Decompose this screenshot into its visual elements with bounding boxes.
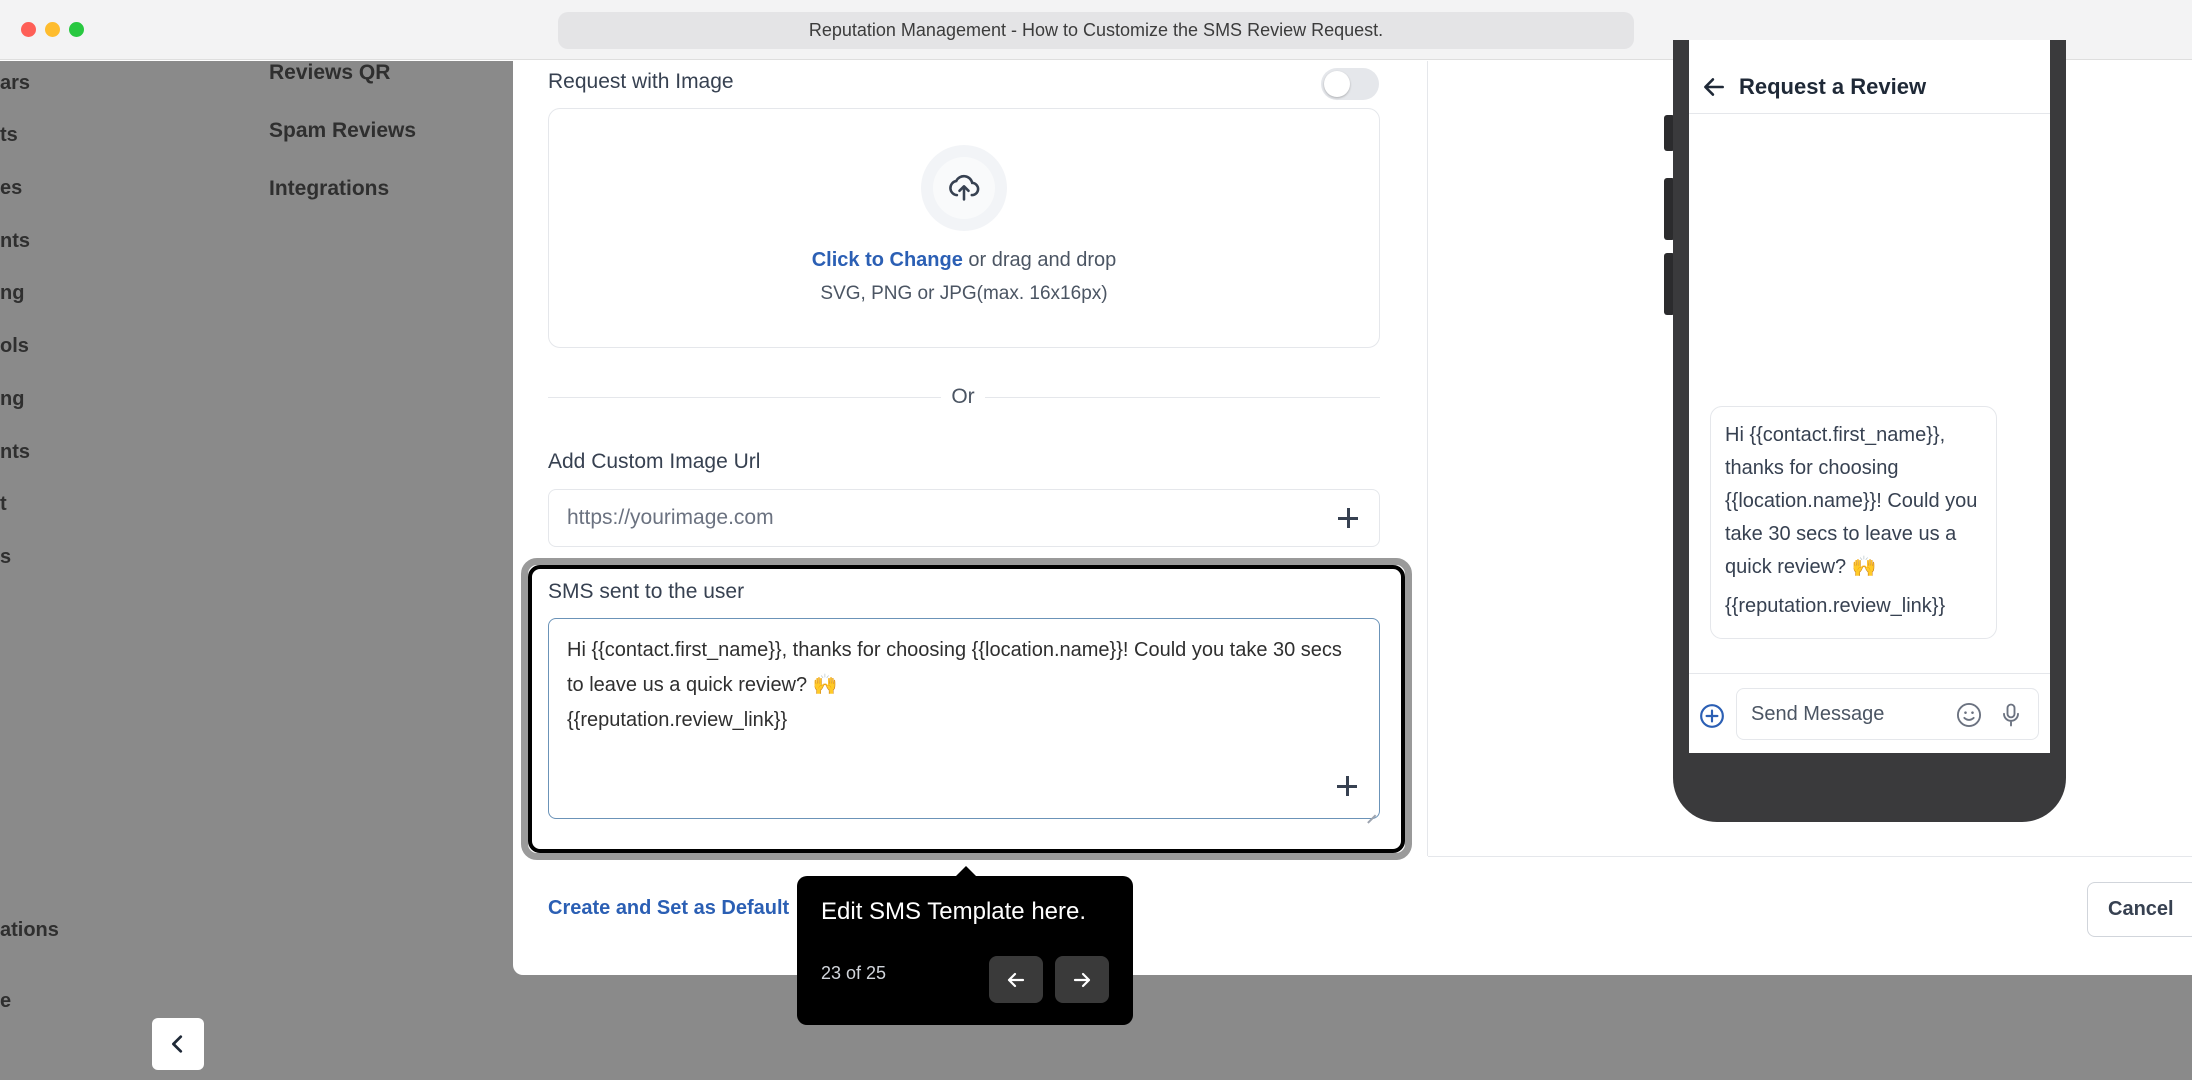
subnav-item-integrations[interactable]: Integrations xyxy=(269,177,389,201)
sidebar-item[interactable]: ng xyxy=(0,282,24,305)
sidebar-item[interactable]: es xyxy=(0,177,22,200)
minimize-window-button[interactable] xyxy=(45,22,60,37)
tooltip-title: Edit SMS Template here. xyxy=(821,898,1087,925)
emoji-icon xyxy=(1956,702,1982,728)
cloud-upload-icon xyxy=(949,174,980,201)
sidebar-item[interactable]: ars xyxy=(0,72,30,95)
click-to-change-link[interactable]: Click to Change xyxy=(812,249,963,271)
sms-sent-label: SMS sent to the user xyxy=(548,580,745,603)
subnav-item-reviews-qr[interactable]: Reviews QR xyxy=(269,61,390,85)
arrow-left-icon xyxy=(1007,972,1025,987)
sms-template-textarea[interactable]: Hi {{contact.first_name}}, thanks for ch… xyxy=(548,618,1380,819)
sidebar-item[interactable]: ts xyxy=(0,124,18,147)
sms-preview-message: Hi {{contact.first_name}}, thanks for ch… xyxy=(1725,424,1978,578)
arrow-left-icon xyxy=(1704,78,1724,96)
upload-drag-text: or drag and drop xyxy=(962,249,1117,271)
preview-divider xyxy=(1427,61,1428,856)
sidebar-item[interactable]: ations xyxy=(0,919,59,942)
send-message-input: Send Message xyxy=(1736,688,2039,740)
or-divider-left xyxy=(548,397,941,398)
request-with-image-label: Request with Image xyxy=(548,70,734,93)
address-bar[interactable]: Reputation Management - How to Customize… xyxy=(558,12,1634,49)
or-divider-right xyxy=(985,397,1380,398)
sidebar-item[interactable]: s xyxy=(0,546,11,569)
or-divider-text: Or xyxy=(951,385,975,408)
subnav-item-spam-reviews[interactable]: Spam Reviews xyxy=(269,119,416,143)
sms-preview-bubble: Hi {{contact.first_name}}, thanks for ch… xyxy=(1710,406,1997,639)
sidebar-item[interactable]: t xyxy=(0,493,7,516)
footer-divider xyxy=(1428,856,2192,857)
custom-image-url-field[interactable] xyxy=(548,489,1380,547)
tooltip-step-counter: 23 of 25 xyxy=(821,963,887,983)
phone-preview-screen: Request a Review Hi {{contact.first_name… xyxy=(1689,40,2050,753)
arrow-right-icon xyxy=(1073,972,1091,987)
send-message-placeholder: Send Message xyxy=(1751,703,1885,725)
request-with-image-toggle[interactable] xyxy=(1321,68,1379,100)
phone-title: Request a Review xyxy=(1739,74,1927,99)
collapse-sidebar-button[interactable] xyxy=(152,1018,204,1070)
image-upload-dropzone[interactable]: Click to Change or drag and drop SVG, PN… xyxy=(548,108,1380,348)
close-window-button[interactable] xyxy=(21,22,36,37)
insert-custom-value-plus-icon[interactable] xyxy=(1335,774,1359,798)
custom-image-url-label: Add Custom Image Url xyxy=(548,450,761,473)
upload-hint: SVG, PNG or JPG(max. 16x16px) xyxy=(820,283,1108,304)
sms-preview-link: {{reputation.review_link}} xyxy=(1725,595,1946,617)
upload-icon-inner xyxy=(933,157,995,219)
add-circle-icon xyxy=(1700,704,1724,728)
create-and-set-default-button[interactable]: Create and Set as Default xyxy=(548,897,789,920)
toggle-knob xyxy=(1324,71,1350,97)
upload-icon-container xyxy=(921,145,1007,231)
composer-divider xyxy=(1689,673,2050,674)
phone-header: Request a Review xyxy=(1689,40,2050,114)
maximize-window-button[interactable] xyxy=(69,22,84,37)
textarea-resize-handle[interactable] xyxy=(1365,804,1377,816)
tour-tooltip: Edit SMS Template here. 23 of 25 xyxy=(797,876,1133,1025)
chevron-left-icon xyxy=(172,1035,183,1053)
microphone-icon xyxy=(2003,703,2019,727)
sidebar-item[interactable]: e xyxy=(0,990,11,1013)
tour-previous-button[interactable] xyxy=(989,956,1043,1003)
sidebar-item[interactable]: ols xyxy=(0,335,29,358)
sidebar-item[interactable]: nts xyxy=(0,230,30,253)
custom-image-url-input[interactable] xyxy=(567,490,1327,545)
sms-template-text[interactable]: Hi {{contact.first_name}}, thanks for ch… xyxy=(567,633,1357,738)
tour-next-button[interactable] xyxy=(1055,956,1109,1003)
upload-instructions: Click to Change or drag and drop xyxy=(549,249,1379,272)
cancel-button[interactable]: Cancel xyxy=(2087,882,2192,937)
add-url-plus-icon[interactable] xyxy=(1336,506,1360,530)
sidebar-item[interactable]: nts xyxy=(0,441,30,464)
sidebar-item[interactable]: ng xyxy=(0,388,24,411)
